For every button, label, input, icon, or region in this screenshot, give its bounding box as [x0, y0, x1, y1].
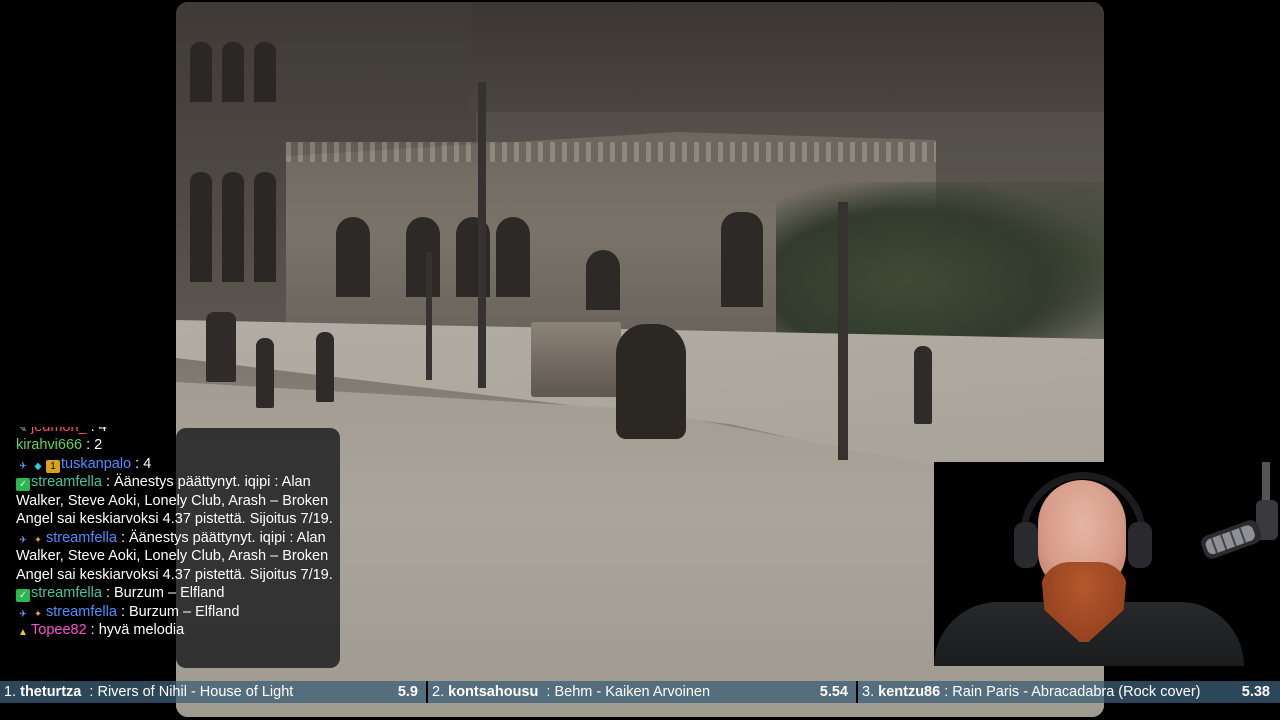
sword-badge-icon: ✈ — [19, 608, 27, 620]
arch-window — [586, 250, 620, 310]
chat-text: : Burzum – Elfland — [105, 585, 225, 601]
microphone-icon — [1201, 462, 1278, 559]
chat-text: : 4 — [90, 427, 107, 435]
chat-overlay: ✎ jedmon_ : 4 kirahvi666 : 2 ✈ ◆ 1 tuskanpal… — [16, 427, 336, 640]
chat-message: ✈ ✦ streamfella : Burzum – Elfland — [16, 603, 336, 622]
chat-message: ✓ streamfella : Burzum – Elfland — [16, 584, 336, 603]
chat-username: jedmon_ — [31, 427, 87, 435]
ticker-entry: 2. kontsahousu : Behm - Kaiken Arvoinen … — [428, 681, 858, 703]
song-ranking-ticker: 1. theturtza : Rivers of Nihil - House o… — [0, 681, 1280, 703]
pedestrian — [256, 338, 274, 408]
lamp-post — [838, 202, 848, 460]
chat-text: : 2 — [86, 437, 103, 453]
ticker-song: Rain Paris - Abracadabra (Rock cover) — [952, 684, 1201, 700]
chat-username: streamfella — [31, 585, 102, 601]
coin-badge-icon: 1 — [46, 459, 60, 473]
horse — [616, 324, 686, 439]
lamp-post — [478, 82, 486, 388]
chat-message: ✎ jedmon_ : 4 — [16, 427, 336, 436]
headphone-ear-right — [1128, 522, 1152, 568]
balustrade — [286, 142, 936, 162]
check-badge-icon: ✓ — [16, 478, 30, 491]
chat-message: ✈ ✦ streamfella : Äänestys päättynyt. iqip… — [16, 529, 336, 585]
sword-badge-icon: ✈ — [19, 534, 27, 546]
ticker-score: 5.38 — [1241, 684, 1270, 700]
chat-username: Topee82 — [31, 622, 87, 638]
arch-window — [336, 217, 370, 297]
bits-badge-icon: ▲ — [18, 627, 28, 638]
chat-username: tuskanpalo — [61, 455, 132, 472]
headphone-ear-left — [1014, 522, 1038, 568]
lamp-post — [426, 252, 432, 380]
ticker-entry-text: 1. theturtza : Rivers of Nihil - House o… — [4, 684, 294, 700]
pedestrian — [914, 346, 932, 424]
horse-cart — [531, 322, 621, 397]
bird-badge-icon: ✦ — [34, 608, 42, 620]
chat-username: streamfella — [46, 529, 117, 546]
chat-message: ✈ ◆ 1 tuskanpalo : 4 — [16, 455, 336, 474]
pedestrian — [206, 312, 236, 382]
ticker-entry: 3. kentzu86 : Rain Paris - Abracadabra (… — [858, 681, 1280, 703]
ticker-score: 5.54 — [819, 684, 848, 700]
ticker-user: kontsahousu — [448, 684, 539, 700]
chat-text: : 4 — [135, 455, 152, 472]
sword-badge-icon: ✈ — [19, 460, 27, 472]
chat-username: streamfella — [31, 474, 102, 490]
ticker-entry: 1. theturtza : Rivers of Nihil - House o… — [0, 681, 428, 703]
chat-message: ✓ streamfella : Äänestys päättynyt. iqipi… — [16, 473, 336, 529]
building-back — [471, 2, 1104, 112]
chat-text: : hyvä melodia — [90, 622, 185, 638]
pedestrian — [316, 332, 334, 402]
ticker-song: Rivers of Nihil - House of Light — [97, 684, 294, 700]
ticker-entry-text: 2. kontsahousu : Behm - Kaiken Arvoinen — [432, 684, 711, 700]
chat-username: streamfella — [46, 603, 117, 620]
mod-badge-icon: ✎ — [19, 427, 27, 435]
ticker-entry-text: 3. kentzu86 : Rain Paris - Abracadabra (… — [862, 684, 1201, 700]
arch-window — [721, 212, 763, 307]
ticker-user: theturtza — [20, 684, 82, 700]
ticker-score: 5.9 — [397, 684, 418, 700]
webcam-feed — [934, 462, 1244, 666]
check-badge-icon: ✓ — [16, 589, 30, 602]
arch-window — [406, 217, 440, 297]
bird-badge-icon: ✦ — [34, 534, 42, 546]
ticker-user: kentzu86 — [878, 684, 941, 700]
gem-badge-icon: ◆ — [34, 460, 42, 472]
chat-message: ▲ Topee82 : hyvä melodia — [16, 621, 336, 640]
ticker-song: Behm - Kaiken Arvoinen — [554, 684, 711, 700]
arch-window — [496, 217, 530, 297]
chat-message: kirahvi666 : 2 — [16, 436, 336, 455]
chat-username: kirahvi666 — [16, 437, 83, 453]
chat-text: : Burzum – Elfland — [120, 603, 240, 620]
